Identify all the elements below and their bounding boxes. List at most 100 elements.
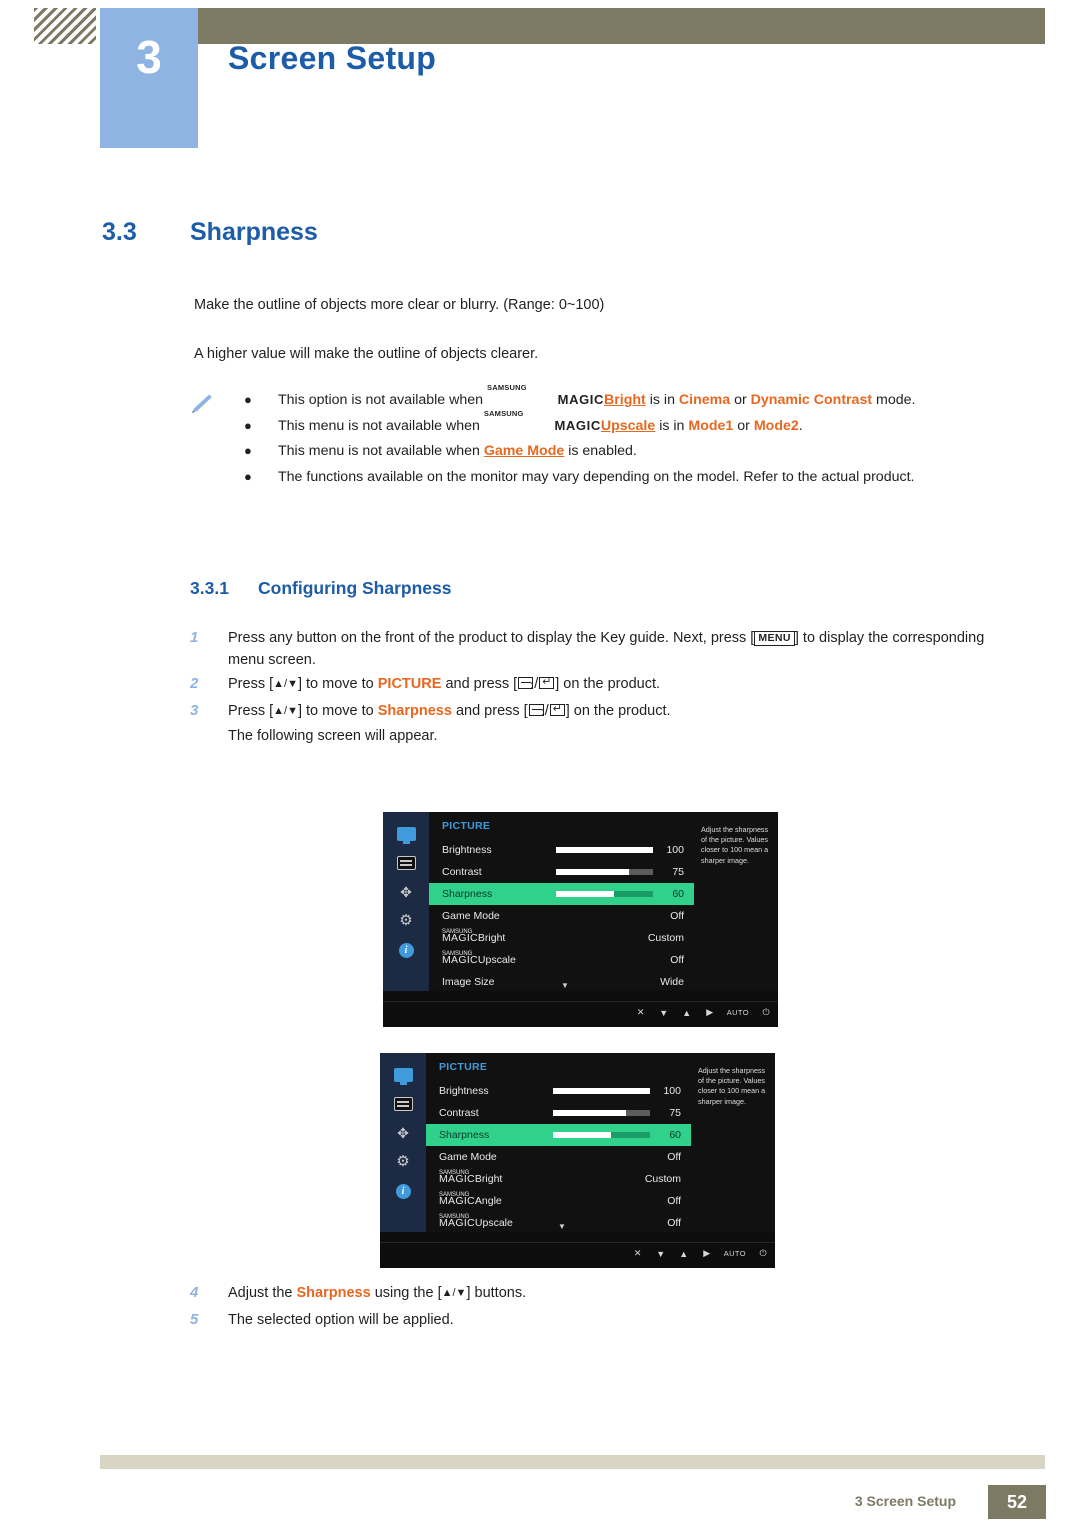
note-text-mid: is in [655,417,689,434]
note-magic-feature: Bright [604,392,646,408]
arrows-icon[interactable]: ✥ [393,881,419,903]
note-text-post: . [798,417,803,434]
step-text-tail: ] on the product. [565,703,671,720]
power-icon[interactable]: ⏻ [757,1248,769,1259]
note-text-or: or [730,392,751,408]
note-text-post: is enabled. [564,443,637,459]
step-item: 3 Press [▲/▼] to move to Sharpness and p… [190,700,1010,743]
down-icon[interactable]: ▼ [655,1249,667,1259]
osd-row-value: Wide [660,976,684,988]
osd-row-magic-upscale[interactable]: SAMSUNG MAGICUpscale Off [429,949,694,971]
close-icon[interactable]: ✕ [635,1007,647,1018]
right-icon[interactable]: ▶ [704,1007,716,1018]
monitor-icon[interactable] [390,1064,416,1086]
monitor-icon[interactable] [393,823,419,845]
osd-footer-keys: ✕ ▼ ▲ ▶ AUTO ⏻ [635,1007,772,1018]
step-number: 1 [190,629,199,646]
lines-icon[interactable] [390,1093,416,1115]
osd-row-contrast[interactable]: Contrast 75 [426,1102,691,1124]
note-item: ● This option is not available when SAMS… [238,383,998,411]
step-text: Press [▲/▼] to move to PICTURE and press… [228,673,1010,695]
header-bar [100,8,1045,44]
osd-help-text: Adjust the sharpness of the picture. Val… [691,1053,775,1232]
osd-row-label: Image Size [442,976,495,988]
step-text-pre: Adjust the [228,1285,297,1301]
section-number: 3.3 [102,218,137,246]
osd-row-label: Bright [474,1173,503,1185]
lines-icon[interactable] [393,852,419,874]
chevron-down-icon[interactable]: ▼ [561,981,569,990]
chapter-number: 3 [136,31,162,83]
osd-row-value: 60 [669,1129,681,1141]
step-target-sharpness: Sharpness [377,703,452,720]
step-target-sharpness: Sharpness [296,1285,371,1301]
samsung-superscript: SAMSUNG [439,1192,470,1198]
menu-key-badge: MENU [754,630,795,646]
step-item: 5 The selected option will be applied. [190,1309,1010,1334]
page-header: 3 Screen Setup [0,0,1080,148]
osd-row-brightness[interactable]: Brightness 100 [429,839,694,861]
osd-row-sharpness[interactable]: Sharpness 60 [429,883,694,905]
samsung-superscript: SAMSUNG [442,951,473,957]
up-icon[interactable]: ▲ [681,1008,693,1018]
osd-inner: ✥ ⚙ i PICTURE Brightness 100 Contrast 75… [383,812,778,991]
osd-row-value: 75 [672,866,684,878]
step-target-picture: PICTURE [377,676,442,693]
bullet-icon: ● [244,417,252,433]
osd-row-bar[interactable] [556,869,653,875]
osd-row-bar[interactable] [556,847,653,853]
osd-footer-bar: ✕ ▼ ▲ ▶ AUTO ⏻ [380,1242,775,1268]
page-number-badge: 52 [988,1485,1046,1519]
osd-row-label: Angle [474,1195,502,1207]
osd-row-brightness[interactable]: Brightness 100 [426,1080,691,1102]
footer-chapter-text: 3 Screen Setup [854,1493,956,1509]
osd-screenshot-1: ✥ ⚙ i PICTURE Brightness 100 Contrast 75… [383,812,778,1027]
osd-footer-keys: ✕ ▼ ▲ ▶ AUTO ⏻ [632,1248,769,1259]
power-icon[interactable]: ⏻ [760,1007,772,1018]
osd-row-bar[interactable] [553,1088,650,1094]
osd-icon-rail: ✥ ⚙ i [383,812,429,991]
samsung-superscript: SAMSUNG [442,929,473,935]
right-icon[interactable]: ▶ [701,1248,713,1259]
auto-button[interactable]: AUTO [727,1008,749,1017]
note-list: ● This option is not available when SAMS… [238,383,998,491]
info-icon[interactable]: i [390,1180,416,1202]
osd-menu-title: PICTURE [442,820,491,832]
osd-row-bar[interactable] [553,1132,650,1138]
samsung-superscript: SAMSUNG [439,1214,470,1220]
osd-row-sharpness[interactable]: Sharpness 60 [426,1124,691,1146]
osd-row-contrast[interactable]: Contrast 75 [429,861,694,883]
step-text-post: and press [ [451,703,528,720]
osd-row-bar[interactable] [556,891,653,897]
note-link-game-mode[interactable]: Game Mode [484,443,564,459]
gear-icon[interactable]: ⚙ [390,1151,416,1173]
chevron-down-icon[interactable]: ▼ [558,1222,566,1231]
step-list: 1 Press any button on the front of the p… [190,627,1010,746]
note-option-2: Dynamic Contrast [750,392,873,408]
close-icon[interactable]: ✕ [632,1248,644,1259]
osd-row-value: Off [670,954,684,966]
step-item: 2 Press [▲/▼] to move to PICTURE and pre… [190,673,1010,698]
auto-button[interactable]: AUTO [724,1249,746,1258]
step-number: 2 [190,675,199,693]
arrows-icon[interactable]: ✥ [390,1122,416,1144]
info-icon[interactable]: i [393,939,419,961]
samsung-magic-label: SAMSUNGSAMSUNGMAGIC [484,409,601,436]
step-text-post: ] buttons. [466,1285,527,1301]
osd-row-label: Sharpness [442,888,493,900]
down-icon[interactable]: ▼ [658,1008,670,1018]
osd-row-label: Bright [477,932,506,944]
osd-row-label: Brightness [442,844,492,856]
note-pencil-icon [190,394,216,416]
intro-line-1: Make the outline of objects more clear o… [194,297,605,313]
updown-keys-glyph: ▲/▼ [273,678,298,691]
osd-row-bar[interactable] [553,1110,650,1116]
osd-row-value: 75 [669,1107,681,1119]
gear-icon[interactable]: ⚙ [393,910,419,932]
osd-row-value: Off [667,1217,681,1229]
step-text: Press any button on the front of the pro… [228,627,1010,671]
osd-row-label: Brightness [439,1085,489,1097]
note-text-pre: This option is not available when [278,392,487,408]
header-hatch-decoration [34,8,96,44]
up-icon[interactable]: ▲ [678,1249,690,1259]
